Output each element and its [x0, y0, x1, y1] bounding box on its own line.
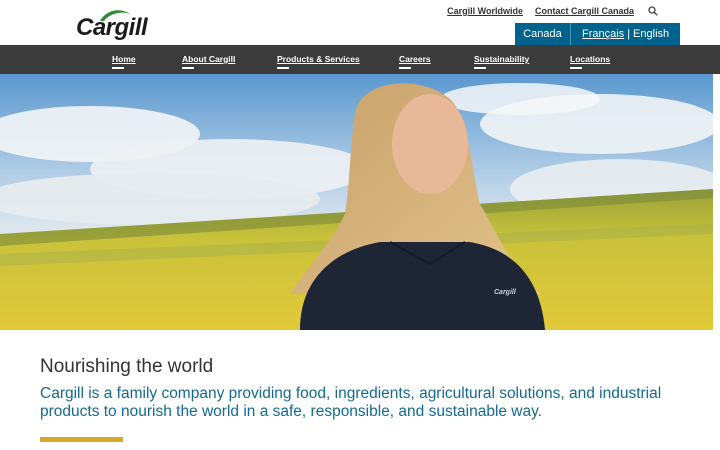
country-selector[interactable]: Canada: [515, 23, 571, 45]
top-header: Cargill Cargill Worldwide Contact Cargil…: [0, 0, 720, 45]
nav-locations[interactable]: Locations: [570, 54, 610, 69]
main-nav: Home About Cargill Products & Services C…: [0, 45, 720, 74]
nav-sustainability[interactable]: Sustainability: [474, 54, 529, 69]
english-link[interactable]: English: [633, 28, 669, 40]
hero-illustration: Cargill: [0, 74, 713, 330]
utility-links: Cargill Worldwide Contact Cargill Canada: [447, 6, 658, 16]
page-headline: Nourishing the world: [40, 356, 214, 377]
cargill-worldwide-link[interactable]: Cargill Worldwide: [447, 6, 523, 16]
nav-home[interactable]: Home: [112, 54, 136, 69]
accent-divider: [40, 437, 123, 442]
nav-products-services[interactable]: Products & Services: [277, 54, 360, 69]
shirt-logo-text: Cargill: [494, 289, 517, 296]
contact-cargill-canada-link[interactable]: Contact Cargill Canada: [535, 6, 634, 16]
language-separator: |: [627, 28, 631, 40]
nav-about-cargill[interactable]: About Cargill: [182, 54, 235, 69]
nav-careers[interactable]: Careers: [399, 54, 431, 69]
company-tagline: Cargill is a family company providing fo…: [40, 385, 662, 420]
language-bar: Canada Français | English: [515, 23, 680, 45]
hero-image: Cargill: [0, 74, 713, 330]
cargill-logo[interactable]: Cargill: [76, 8, 148, 41]
search-icon[interactable]: [648, 6, 658, 16]
logo-text: Cargill: [76, 14, 148, 41]
francais-link[interactable]: Français: [582, 28, 624, 40]
